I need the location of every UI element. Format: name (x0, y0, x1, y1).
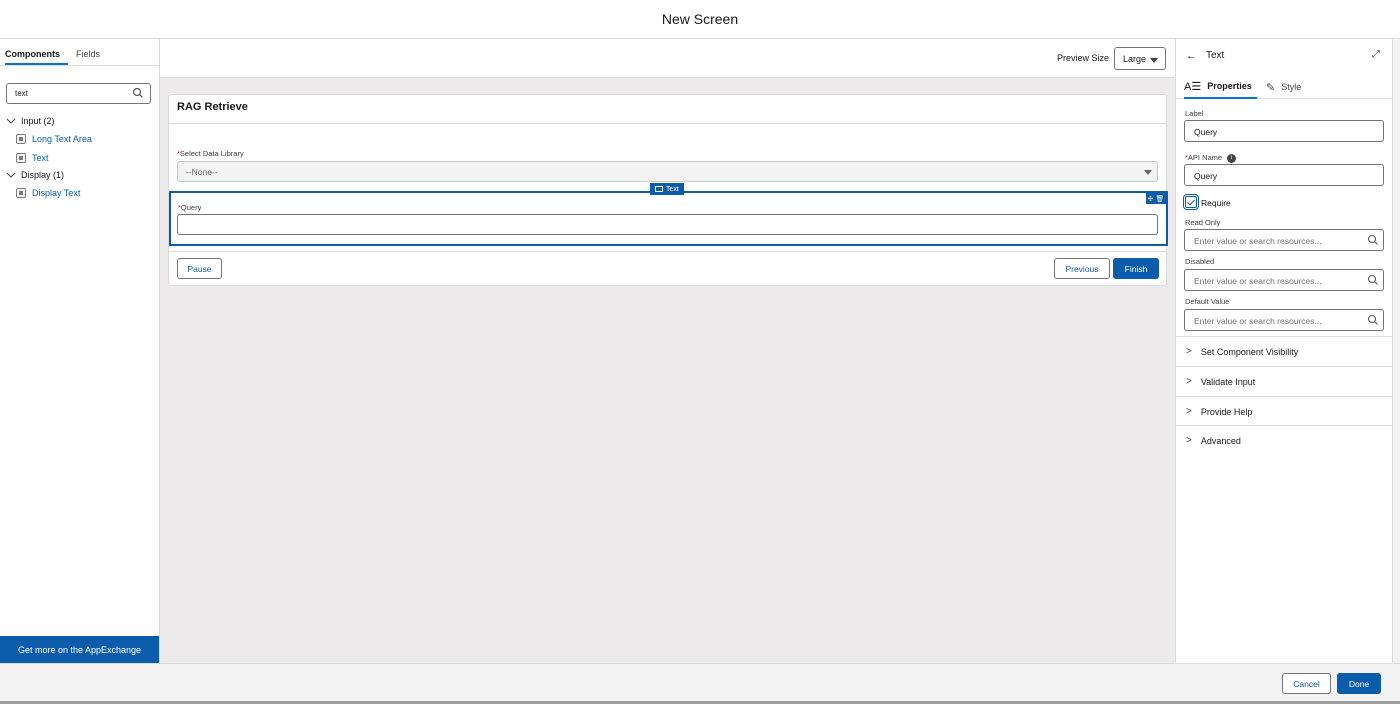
textarea-icon (16, 133, 26, 144)
modal-title: New Screen (661, 11, 739, 27)
section-advanced[interactable]: > Advanced (1176, 425, 1392, 455)
chevron-down-icon (6, 172, 16, 178)
properties-tabs: A☰ Properties ✎ Style (1176, 75, 1392, 99)
api-name-input[interactable]: Query (1184, 164, 1384, 186)
screen-canvas: Preview Size Large RAG Retrieve *Select … (160, 39, 1175, 663)
divider (169, 123, 1166, 124)
chevron-right-icon: > (1186, 406, 1192, 417)
component-label: Long Text Area (32, 133, 92, 144)
delete-icon[interactable]: 🗑 (1155, 195, 1164, 203)
query-label: *Query (178, 203, 202, 212)
caret-down-icon (1150, 58, 1158, 63)
label-field-label: Label (1185, 109, 1204, 118)
properties-panel: ← Text ⤢ A☰ Properties ✎ Style Label Que… (1175, 39, 1392, 663)
search-icon (1367, 314, 1378, 325)
group-display-label: Display (1) (21, 170, 65, 180)
read-only-label: Read Only (1185, 218, 1221, 227)
component-text[interactable]: Text (6, 148, 156, 167)
section-set-component-visibility[interactable]: > Set Component Visibility (1176, 336, 1392, 366)
cancel-button[interactable]: Cancel (1282, 673, 1331, 694)
api-name-label: *API Name i (1185, 153, 1237, 163)
expand-icon[interactable]: ⤢ (1372, 49, 1380, 60)
label-input[interactable]: Query (1184, 120, 1384, 142)
text-input-icon (655, 186, 663, 192)
component-type-tag: Text (650, 183, 684, 195)
properties-icon: A☰ (1184, 80, 1202, 93)
query-input[interactable] (177, 214, 1158, 235)
screen-card: RAG Retrieve *Select Data Library --None… (168, 94, 1168, 286)
pause-button[interactable]: Pause (177, 258, 222, 279)
select-data-library-label: *Select Data Library (177, 149, 244, 158)
select-data-library[interactable]: --None-- (177, 161, 1158, 182)
display-text-icon (16, 187, 26, 198)
tab-properties[interactable]: A☰ Properties (1184, 75, 1257, 99)
component-tools: ✣ 🗑 (1146, 193, 1166, 204)
brush-icon: ✎ (1266, 81, 1276, 94)
disabled-label: Disabled (1185, 257, 1215, 266)
require-checkbox[interactable] (1183, 194, 1199, 210)
disabled-input[interactable]: Enter value or search resources... (1184, 269, 1384, 291)
tab-components[interactable]: Components (5, 49, 68, 65)
search-value: text (15, 89, 28, 98)
info-icon[interactable]: i (1227, 153, 1237, 163)
group-input-label: Input (2) (21, 116, 55, 126)
preview-size-value: Large (1123, 54, 1147, 64)
scrollbar[interactable] (1392, 39, 1400, 663)
component-display-text[interactable]: Display Text (6, 183, 156, 202)
component-long-text-area[interactable]: Long Text Area (6, 129, 156, 148)
preview-size-label: Preview Size (1056, 53, 1109, 63)
tab-fields[interactable]: Fields (76, 49, 108, 65)
arrow-left-icon[interactable]: ← (1186, 50, 1197, 62)
require-label: Require (1201, 198, 1231, 208)
default-value-input[interactable]: Enter value or search resources... (1184, 309, 1384, 331)
finish-button[interactable]: Finish (1113, 258, 1159, 279)
chevron-right-icon: > (1186, 435, 1192, 446)
component-label: Display Text (32, 187, 81, 198)
search-icon (1367, 234, 1378, 245)
section-validate-input[interactable]: > Validate Input (1176, 366, 1392, 396)
default-value-label: Default Value (1185, 297, 1230, 306)
chevron-right-icon: > (1186, 376, 1192, 387)
previous-button[interactable]: Previous (1054, 258, 1110, 279)
text-input-icon (16, 152, 26, 163)
palette-tabs: Components Fields (0, 39, 159, 66)
caret-down-icon (1144, 170, 1152, 175)
search-icon (1367, 274, 1378, 285)
tab-style[interactable]: ✎ Style (1266, 75, 1301, 99)
modal-footer: Cancel Done (0, 663, 1400, 704)
canvas-toolbar: Preview Size Large (160, 39, 1175, 78)
chevron-down-icon (6, 118, 16, 124)
group-display[interactable]: Display (1) (6, 167, 156, 183)
component-label: Text (32, 152, 49, 163)
section-provide-help[interactable]: > Provide Help (1176, 396, 1392, 426)
properties-title: Text (1206, 50, 1225, 61)
appexchange-button[interactable]: Get more on the AppExchange (0, 636, 159, 663)
screen-title: RAG Retrieve (177, 101, 248, 113)
modal-header: New Screen (0, 0, 1400, 39)
component-tree: Input (2) Long Text Area Text Display (1… (6, 113, 156, 202)
divider (169, 251, 1166, 252)
component-palette: Components Fields text Input (2) Long Te… (0, 39, 160, 663)
preview-size-select[interactable]: Large (1114, 47, 1166, 70)
group-input[interactable]: Input (2) (6, 113, 156, 129)
selected-text-component[interactable]: Text ✣ 🗑 *Query (169, 183, 1168, 246)
select-value: --None-- (186, 167, 218, 177)
done-button[interactable]: Done (1337, 673, 1381, 694)
search-icon (132, 87, 143, 98)
chevron-right-icon: > (1186, 346, 1192, 357)
properties-header: ← Text ⤢ (1176, 39, 1392, 72)
component-search-input[interactable]: text (6, 83, 151, 104)
read-only-input[interactable]: Enter value or search resources... (1184, 229, 1384, 251)
move-icon[interactable]: ✣ (1148, 195, 1154, 203)
